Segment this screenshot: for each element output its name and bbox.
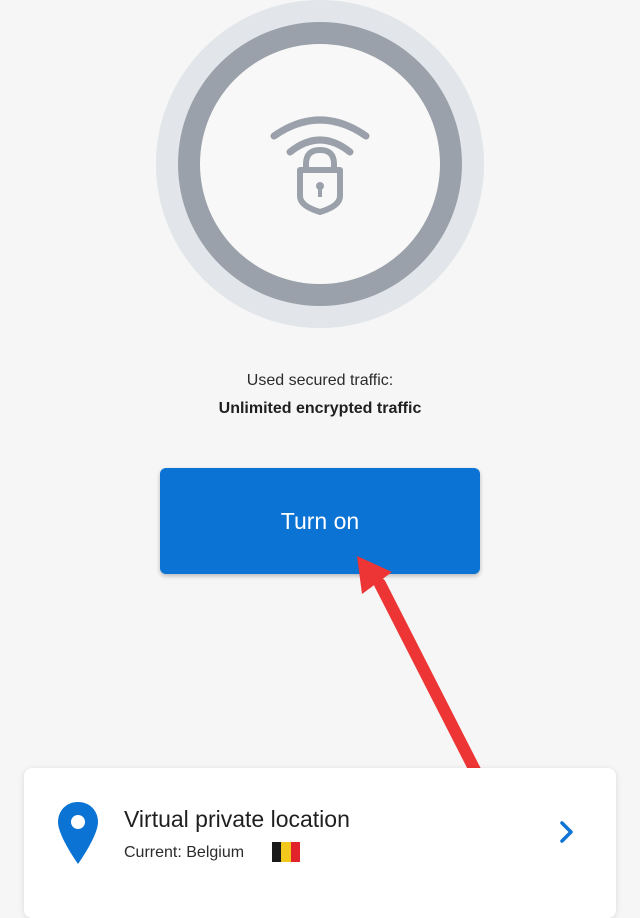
traffic-label: Used secured traffic:	[246, 372, 394, 389]
turn-on-button[interactable]: Turn on	[160, 468, 480, 574]
location-card[interactable]: Virtual private location Current: Belgiu…	[24, 768, 616, 918]
flag-stripe-yellow	[281, 842, 291, 862]
traffic-value: Unlimited encrypted traffic	[218, 400, 422, 417]
flag-stripe-black	[272, 842, 282, 862]
location-pin-icon	[58, 802, 98, 864]
location-title: Virtual private location	[124, 806, 350, 832]
wifi-lock-icon	[270, 116, 370, 215]
chevron-right-icon[interactable]	[552, 818, 580, 846]
belgium-flag-icon	[272, 842, 300, 862]
flag-stripe-red	[290, 842, 300, 862]
location-current: Current: Belgium	[124, 844, 245, 861]
